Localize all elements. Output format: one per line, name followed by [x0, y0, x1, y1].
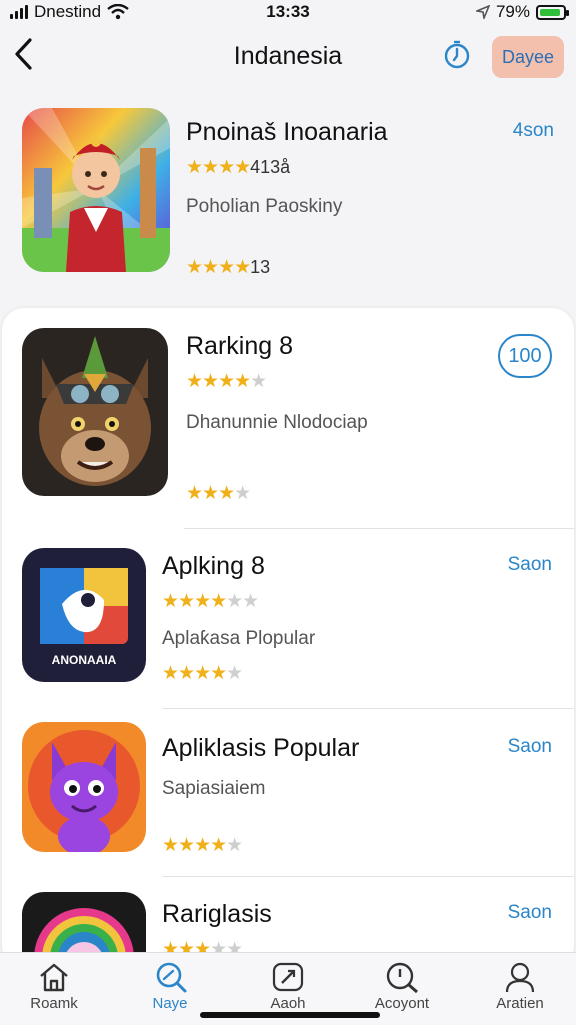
nav-action-button[interactable]: Dayee: [492, 36, 564, 78]
featured-app[interactable]: Pnoinaš Inoanaria ★★★★413å Poholian Paos…: [0, 100, 576, 300]
battery-percent: 79%: [495, 2, 530, 21]
list-item-rating-bottom: ★★★★★: [162, 835, 243, 856]
account-icon: [386, 962, 418, 993]
featured-rating-text: 413å: [250, 157, 291, 177]
list-item-action-button[interactable]: Saon: [508, 736, 552, 758]
ranking-list: Rarking 8 ★★★★★ Dhanunnie Nlodociap ★★★★…: [2, 308, 574, 968]
app-logo-icon: ANONAAIA: [22, 548, 146, 682]
list-item-name: Aplking 8: [162, 552, 265, 580]
tab-label: Acoyont: [374, 995, 430, 1012]
list-item-rating: ★★★★★: [186, 371, 267, 392]
home-indicator: [200, 1012, 380, 1018]
featured-app-icon: [22, 108, 170, 272]
nav-bar: Indanesia Dayee: [0, 30, 576, 86]
person-icon: [505, 962, 535, 993]
tab-label: Aaoh: [270, 995, 306, 1012]
tab-label: Naye: [152, 995, 188, 1012]
list-item-subtitle: Dhanunnie Nlodociap: [186, 412, 368, 433]
list-item-subtitle: Aplaƙasa Plopular: [162, 628, 316, 649]
creature-app-icon: [22, 722, 146, 852]
app-logo-text: ANONAAIA: [52, 653, 117, 667]
page-title: Indanesia: [233, 42, 343, 70]
status-bar: Dnestind 13:33 79%: [0, 0, 576, 26]
tab-search[interactable]: Naye: [120, 961, 220, 1012]
games-icon: [272, 962, 304, 992]
featured-rating-bottom: ★★★★13: [186, 257, 271, 278]
list-item[interactable]: ANONAAIA Aplking 8 ★★★★★★ Aplaƙasa Plopu…: [2, 528, 574, 708]
list-item-name: Rariglasis: [162, 900, 272, 928]
tab-label: Roamk: [30, 995, 78, 1012]
featured-get-button[interactable]: 4son: [513, 120, 554, 142]
home-icon: [40, 963, 68, 992]
featured-rating: ★★★★413å: [186, 157, 291, 178]
featured-rating-bottom-text: 13: [250, 257, 271, 277]
featured-app-name: Pnoinaš Inoanaria: [186, 118, 388, 146]
clock-icon[interactable]: [442, 40, 472, 70]
list-item-action-button[interactable]: 100: [498, 334, 552, 378]
list-item-action-button[interactable]: Saon: [508, 554, 552, 576]
list-item-rating: ★★★★★★: [162, 591, 259, 612]
location-icon: [475, 5, 490, 19]
list-item-name: Rarking 8: [186, 332, 293, 360]
wolf-app-icon: [22, 328, 168, 496]
list-item-name: Apliklasis Popular: [162, 734, 360, 762]
tab-account[interactable]: Acoyont: [352, 961, 452, 1012]
tab-games[interactable]: Aaoh: [238, 961, 338, 1012]
battery-icon: [536, 4, 569, 20]
list-item-rating-bottom: ★★★★★: [162, 663, 243, 684]
list-item[interactable]: Apliklasis Popular Sapiasiaiem ★★★★★ Sao…: [2, 708, 574, 878]
tab-profile[interactable]: Aratien: [470, 961, 570, 1012]
tab-label: Aratien: [496, 995, 544, 1012]
search-icon: [156, 962, 187, 993]
featured-category: Poholian Paoskiny: [186, 196, 343, 217]
tab-home[interactable]: Roamk: [4, 961, 104, 1012]
list-item[interactable]: Rarking 8 ★★★★★ Dhanunnie Nlodociap ★★★★…: [2, 308, 574, 528]
list-item-subtitle: Sapiasiaiem: [162, 778, 266, 799]
list-item-action-button[interactable]: Saon: [508, 902, 552, 924]
list-item-rating-bottom: ★★★★: [186, 483, 251, 504]
